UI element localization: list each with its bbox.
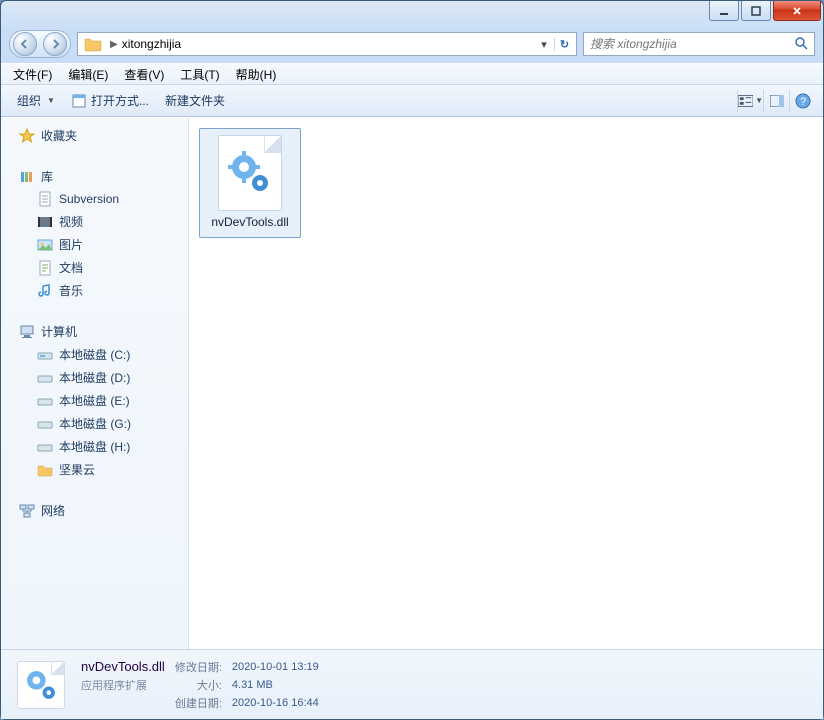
drive-icon (37, 370, 53, 386)
menu-edit[interactable]: 编辑(E) (60, 64, 116, 85)
minimize-button[interactable] (709, 1, 739, 21)
sidebar-computer[interactable]: 计算机 (1, 320, 188, 343)
close-button[interactable] (773, 1, 821, 21)
search-icon[interactable] (794, 36, 808, 53)
pictures-icon (37, 237, 53, 253)
details-filetype: 应用程序扩展 (81, 677, 165, 693)
details-mod-value: 2020-10-01 13:19 (232, 661, 319, 673)
file-list[interactable]: nvDevTools.dll (189, 118, 823, 649)
search-box[interactable] (583, 32, 815, 56)
details-pane: nvDevTools.dll 修改日期: 2020-10-01 13:19 应用… (1, 649, 823, 719)
details-create-label: 创建日期: (175, 695, 222, 711)
view-mode-button[interactable]: ▼ (737, 90, 763, 112)
toolbar: 组织▼ 打开方式... 新建文件夹 ▼ ? (1, 85, 823, 117)
explorer-window: ▶ xitongzhijia ▾ ↻ 文件(F) 编辑(E) 查看(V) 工具(… (0, 0, 824, 720)
drive-icon (37, 347, 53, 363)
preview-pane-button[interactable] (763, 90, 789, 112)
forward-button[interactable] (43, 32, 67, 56)
drive-icon (37, 393, 53, 409)
menu-tools[interactable]: 工具(T) (172, 64, 227, 85)
file-name: nvDevTools.dll (211, 215, 288, 229)
document-icon (37, 191, 53, 207)
sidebar-favorites[interactable]: 收藏夹 (1, 124, 188, 147)
maximize-button[interactable] (741, 1, 771, 21)
sidebar-item-subversion[interactable]: Subversion (1, 188, 188, 210)
file-thumbnail (218, 135, 282, 211)
address-path: xitongzhijia (122, 37, 534, 51)
sidebar-libraries-group: 库 Subversion 视频 图片 文档 (1, 165, 188, 302)
sidebar-item-music[interactable]: 音乐 (1, 279, 188, 302)
menu-help[interactable]: 帮助(H) (228, 64, 285, 85)
sidebar-computer-group: 计算机 本地磁盘 (C:) 本地磁盘 (D:) 本地磁盘 (E:) 本地磁盘 (… (1, 320, 188, 481)
folder-icon (84, 36, 102, 52)
computer-icon (19, 324, 35, 340)
explorer-body: 收藏夹 库 Subversion 视频 图片 (1, 117, 823, 649)
documents-icon (37, 260, 53, 276)
back-button[interactable] (13, 32, 37, 56)
address-dropdown[interactable]: ▾ (534, 38, 554, 51)
music-icon (37, 283, 53, 299)
sidebar-item-video[interactable]: 视频 (1, 210, 188, 233)
sidebar-favorites-group: 收藏夹 (1, 124, 188, 147)
open-with-icon (71, 93, 87, 109)
sidebar: 收藏夹 库 Subversion 视频 图片 (1, 118, 189, 649)
sidebar-network[interactable]: 网络 (1, 499, 188, 522)
sidebar-drive-h[interactable]: 本地磁盘 (H:) (1, 435, 188, 458)
details-size-label: 大小: (175, 677, 222, 693)
star-icon (19, 128, 35, 144)
search-input[interactable] (590, 37, 794, 51)
svg-text:?: ? (799, 96, 805, 108)
file-item[interactable]: nvDevTools.dll (199, 128, 301, 238)
details-icon (17, 661, 65, 709)
folder-icon (37, 462, 53, 478)
chevron-right-icon: ▶ (106, 39, 122, 50)
sidebar-drive-c[interactable]: 本地磁盘 (C:) (1, 343, 188, 366)
drive-icon (37, 416, 53, 432)
details-mod-label: 修改日期: (175, 659, 222, 675)
video-icon (37, 214, 53, 230)
sidebar-item-pictures[interactable]: 图片 (1, 233, 188, 256)
drive-icon (37, 439, 53, 455)
gear-icon (24, 668, 58, 702)
new-folder-button[interactable]: 新建文件夹 (157, 89, 233, 112)
sidebar-network-group: 网络 (1, 499, 188, 522)
sidebar-nutstore[interactable]: 坚果云 (1, 458, 188, 481)
details-meta: nvDevTools.dll 修改日期: 2020-10-01 13:19 应用… (81, 659, 319, 711)
address-bar[interactable]: ▶ xitongzhijia ▾ ↻ (77, 32, 577, 56)
organize-button[interactable]: 组织▼ (9, 89, 63, 112)
menubar: 文件(F) 编辑(E) 查看(V) 工具(T) 帮助(H) (1, 63, 823, 85)
nav-row: ▶ xitongzhijia ▾ ↻ (1, 29, 823, 63)
libraries-icon (19, 169, 35, 185)
details-size-value: 4.31 MB (232, 679, 319, 691)
help-button[interactable]: ? (789, 90, 815, 112)
details-create-value: 2020-10-16 16:44 (232, 697, 319, 709)
sidebar-item-documents[interactable]: 文档 (1, 256, 188, 279)
menu-file[interactable]: 文件(F) (5, 64, 60, 85)
sidebar-drive-g[interactable]: 本地磁盘 (G:) (1, 412, 188, 435)
titlebar (1, 1, 823, 29)
details-filename: nvDevTools.dll (81, 659, 165, 674)
refresh-button[interactable]: ↻ (554, 38, 574, 51)
nav-back-forward (9, 30, 71, 58)
network-icon (19, 503, 35, 519)
sidebar-libraries[interactable]: 库 (1, 165, 188, 188)
gear-icon (228, 151, 272, 195)
sidebar-drive-d[interactable]: 本地磁盘 (D:) (1, 366, 188, 389)
open-with-button[interactable]: 打开方式... (63, 89, 157, 112)
sidebar-drive-e[interactable]: 本地磁盘 (E:) (1, 389, 188, 412)
menu-view[interactable]: 查看(V) (116, 64, 172, 85)
